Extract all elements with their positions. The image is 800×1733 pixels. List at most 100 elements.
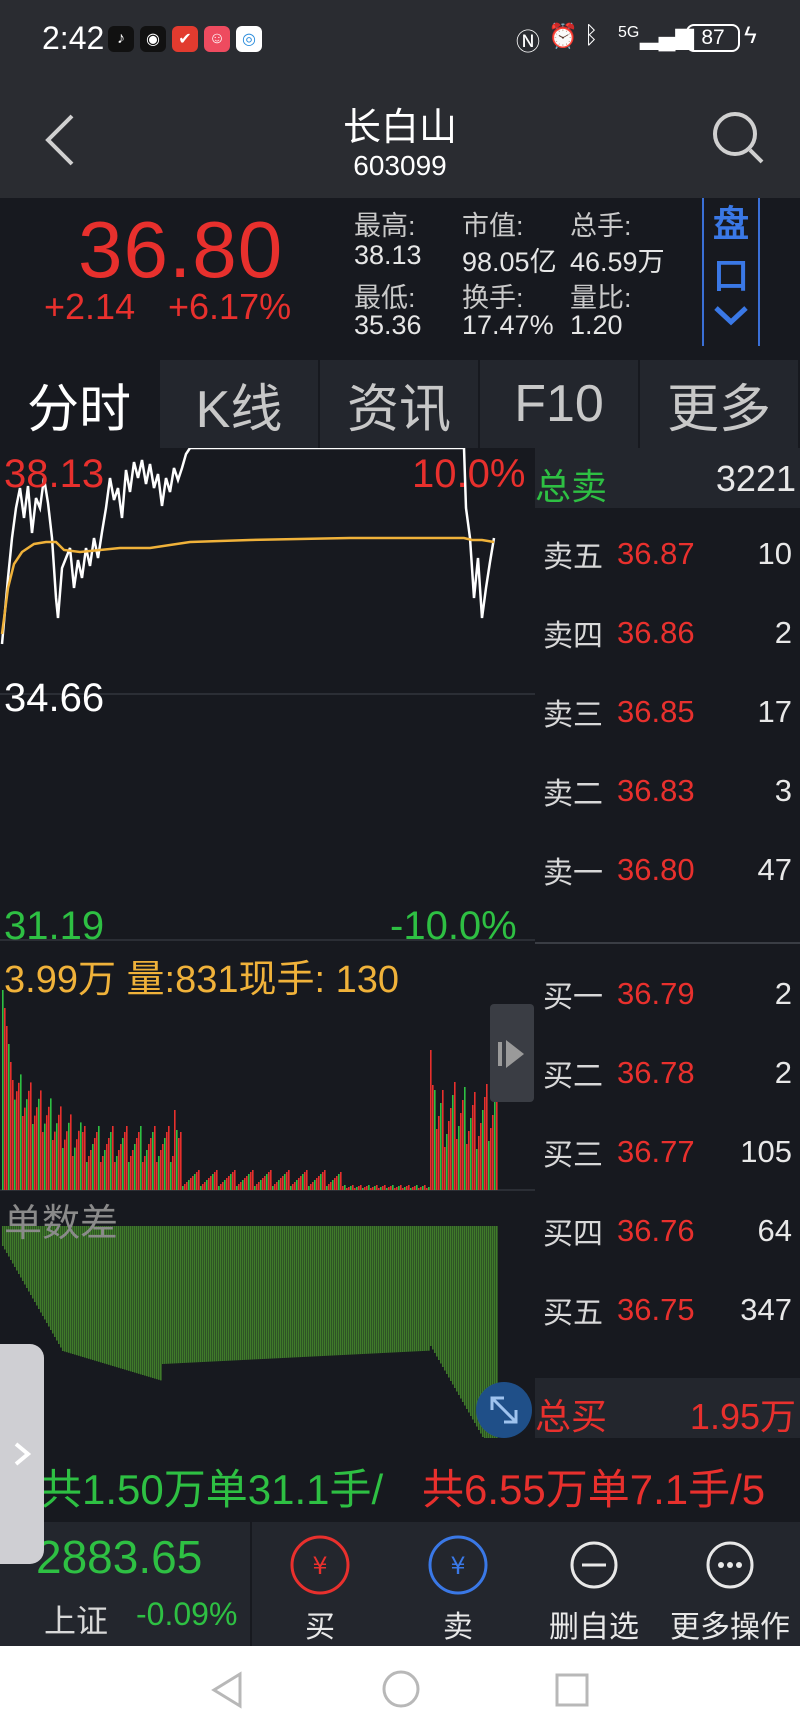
tiktok-icon: ♪ xyxy=(108,26,134,52)
volume-bar xyxy=(132,1150,134,1190)
volume-bar xyxy=(28,1090,30,1190)
volume-bar xyxy=(442,1090,444,1190)
indicator-bar xyxy=(130,1226,132,1372)
indicator-bar xyxy=(164,1226,166,1364)
indicator-bar xyxy=(272,1226,274,1359)
indicator-bar xyxy=(430,1226,432,1346)
volume-bar xyxy=(494,1102,496,1190)
indicator-bar xyxy=(240,1226,242,1361)
volume-bar xyxy=(454,1082,456,1190)
volume-bar xyxy=(88,1156,90,1190)
volume-bar xyxy=(50,1098,52,1190)
tab-f10[interactable]: F10 xyxy=(480,360,640,448)
remove-watchlist-button[interactable]: 删自选 xyxy=(529,1534,659,1644)
pankou-toggle-button[interactable]: 盘 口 xyxy=(702,198,760,346)
indicator-bar xyxy=(262,1226,264,1359)
indicator-bar xyxy=(378,1226,380,1354)
volume-bar xyxy=(20,1074,22,1190)
indicator-bar xyxy=(358,1226,360,1355)
bid-row[interactable]: 买四 36.76 64 xyxy=(535,1191,800,1270)
ask-row[interactable]: 卖四 36.86 2 xyxy=(535,593,800,672)
indicator-bar xyxy=(246,1226,248,1360)
intraday-chart[interactable]: 38.13 10.0% 34.66 31.19 -10.0% 3.99万 量:8… xyxy=(0,448,535,1438)
minus-circle-icon xyxy=(570,1541,618,1589)
ask-row[interactable]: 卖一 36.80 47 xyxy=(535,830,800,909)
price-change: +2.14 xyxy=(44,286,136,327)
indicator-bar xyxy=(128,1226,130,1371)
bid-price: 36.79 xyxy=(617,975,695,1011)
indicator-bar xyxy=(322,1226,324,1356)
indicator-bar xyxy=(424,1226,426,1351)
volume-bar xyxy=(178,1138,180,1190)
volume-bar xyxy=(232,1172,234,1190)
volume-bar xyxy=(422,1186,424,1190)
indicator-bar xyxy=(466,1226,468,1409)
bid-row[interactable]: 买二 36.78 2 xyxy=(535,1033,800,1112)
expand-side-button[interactable] xyxy=(490,1004,534,1102)
ask-row[interactable]: 卖二 36.83 3 xyxy=(535,751,800,830)
volume-bar xyxy=(250,1172,252,1190)
tab-news[interactable]: 资讯 xyxy=(320,360,480,448)
volume-bar xyxy=(214,1172,216,1190)
volume-bar xyxy=(274,1184,276,1190)
indicator-bar xyxy=(188,1226,190,1363)
volume-bar xyxy=(398,1186,400,1190)
indicator-bar xyxy=(380,1226,382,1354)
bid-volume: 347 xyxy=(740,1291,792,1327)
indicator-bar xyxy=(296,1226,298,1358)
index-change: -0.09% xyxy=(136,1596,238,1632)
nav-back-icon[interactable] xyxy=(208,1670,248,1710)
indicator-bar xyxy=(306,1226,308,1357)
market-cap-value: 98.05亿 xyxy=(462,247,557,277)
search-icon[interactable] xyxy=(710,108,766,168)
buy-button[interactable]: ¥ 买 xyxy=(255,1534,385,1644)
indicator-bar xyxy=(132,1226,134,1372)
volume-bar xyxy=(138,1132,140,1190)
more-actions-button[interactable]: 更多操作 xyxy=(665,1534,795,1644)
volume-bar xyxy=(52,1140,54,1190)
indicator-bar xyxy=(452,1226,454,1385)
ask-price: 36.80 xyxy=(617,851,695,887)
ask-row[interactable]: 卖三 36.85 17 xyxy=(535,672,800,751)
volume-bar xyxy=(24,1107,26,1190)
tab-more[interactable]: 更多 xyxy=(640,360,800,448)
volume-bar xyxy=(156,1162,158,1190)
sell-button[interactable]: ¥ 卖 xyxy=(393,1534,523,1644)
bid-row[interactable]: 买五 36.75 347 xyxy=(535,1270,800,1349)
volume-bar xyxy=(416,1185,418,1190)
indicator-bar xyxy=(392,1226,394,1353)
volume-bar xyxy=(298,1178,300,1190)
volume-bar xyxy=(48,1106,50,1190)
fullscreen-button[interactable] xyxy=(476,1382,532,1438)
indicator-bar xyxy=(470,1226,472,1416)
nav-recents-icon[interactable] xyxy=(552,1670,592,1710)
indicator-bar xyxy=(162,1226,164,1364)
volume-bar xyxy=(316,1178,318,1190)
volume-bar xyxy=(356,1187,358,1190)
bid-row[interactable]: 买三 36.77 105 xyxy=(535,1112,800,1191)
indicator-bar xyxy=(386,1226,388,1353)
volume-bar xyxy=(450,1108,452,1190)
ticker-buy-summary: 共6.55万单7.1手/5 xyxy=(422,1466,766,1513)
volume-bar xyxy=(184,1184,186,1190)
side-drawer-handle[interactable] xyxy=(0,1344,44,1564)
volume-bar xyxy=(2,990,4,1190)
nav-home-icon[interactable] xyxy=(380,1668,422,1710)
indicator-bar xyxy=(354,1226,356,1355)
ask-row[interactable]: 卖五 36.87 10 xyxy=(535,514,800,593)
volume-bar xyxy=(420,1187,422,1190)
volume-bar xyxy=(486,1084,488,1190)
indicator-bar xyxy=(284,1226,286,1358)
indicator-bar xyxy=(468,1226,470,1413)
alarm-icon: ⏰ xyxy=(548,23,578,50)
bid-row[interactable]: 买一 36.79 2 xyxy=(535,954,800,1033)
svg-text:¥: ¥ xyxy=(312,1552,327,1580)
volume-bar xyxy=(4,1008,6,1190)
volume-bar xyxy=(112,1126,114,1190)
tab-intraday[interactable]: 分时 xyxy=(0,360,160,448)
volume-bar xyxy=(166,1132,168,1190)
tab-kline[interactable]: K线 xyxy=(160,360,320,448)
indicator-label: 单数差 xyxy=(4,1203,119,1245)
buy-cart-icon: ¥ xyxy=(290,1535,350,1595)
volume-bar xyxy=(202,1184,204,1190)
